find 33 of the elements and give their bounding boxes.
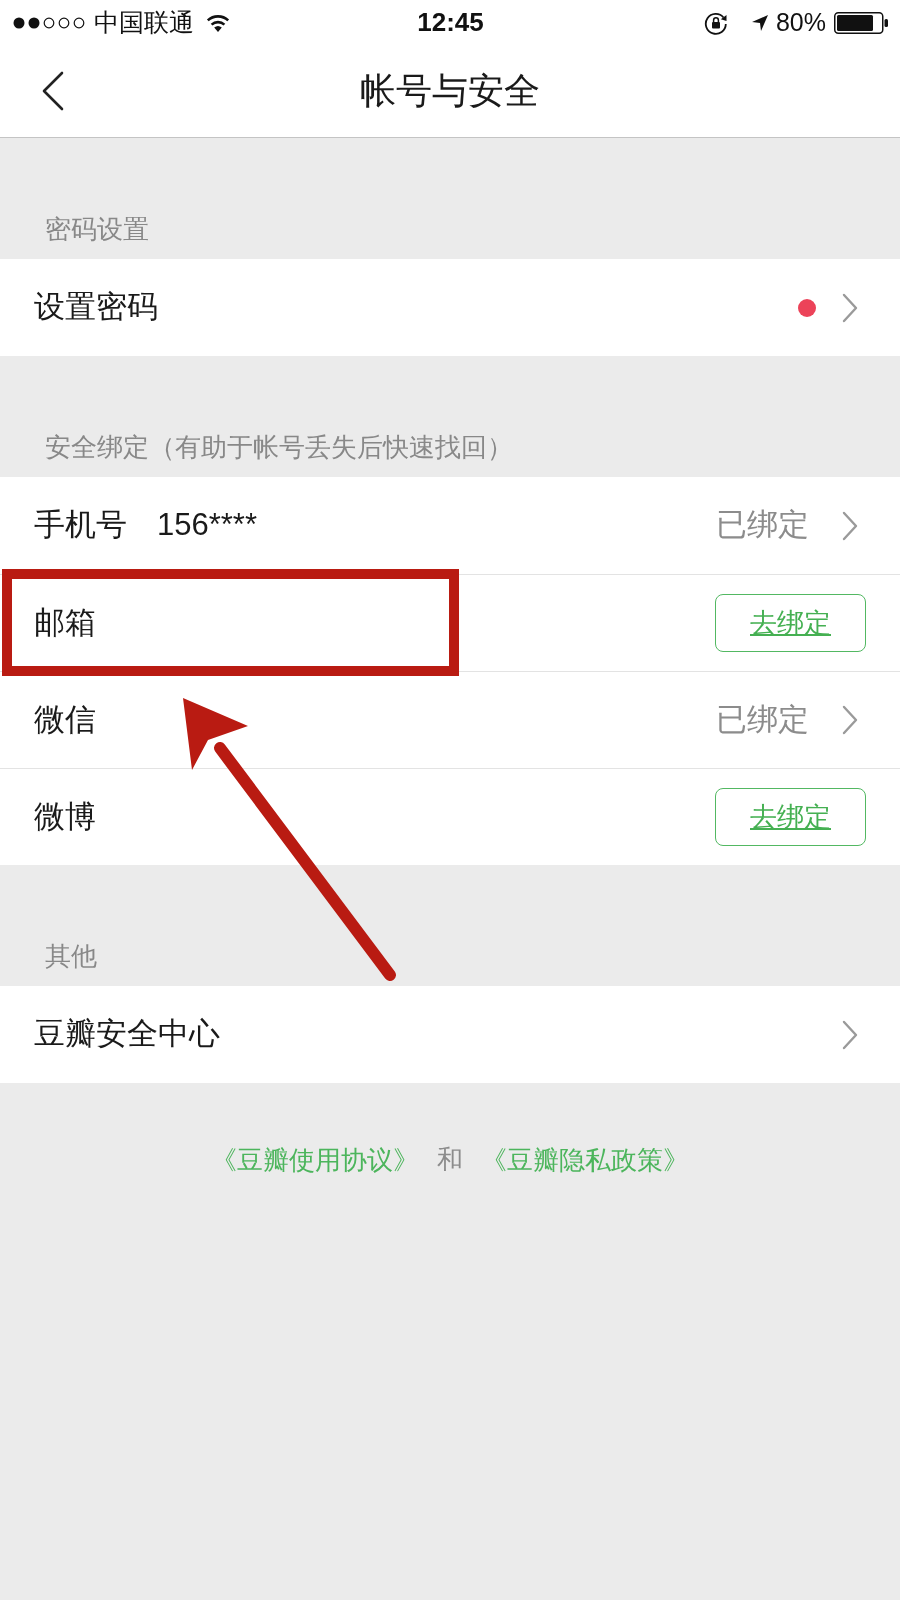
battery-percent: 80% — [775, 6, 826, 38]
row-label: 邮箱 — [34, 603, 96, 642]
list-row[interactable]: 微博 去绑定 — [0, 768, 900, 865]
chevron-right-icon — [842, 705, 858, 735]
signal-strength-icon — [13, 16, 86, 29]
conjunction-text: 和 — [437, 1143, 463, 1176]
section-header: 安全绑定（有助于帐号丢失后快速找回） — [45, 431, 513, 464]
bound-status: 已绑定 — [716, 700, 809, 739]
list-row[interactable]: 手机号 156**** 已绑定 — [0, 477, 900, 574]
wifi-icon — [206, 13, 230, 32]
list-row[interactable]: 微信 已绑定 — [0, 671, 900, 768]
list-row[interactable]: 豆瓣安全中心 — [0, 986, 900, 1083]
section-header: 密码设置 — [45, 213, 149, 246]
back-button[interactable] — [40, 70, 66, 112]
rotation-lock-icon — [703, 10, 728, 35]
back-chevron-icon — [41, 71, 65, 111]
list-row[interactable]: 设置密码 — [0, 259, 900, 356]
row-label: 设置密码 — [34, 288, 158, 327]
chevron-right-icon — [842, 1019, 858, 1050]
section-header: 其他 — [45, 940, 97, 973]
bound-status: 已绑定 — [716, 506, 809, 545]
row-label: 微信 — [34, 700, 96, 739]
chevron-right-icon — [842, 292, 858, 323]
chevron-right-icon — [842, 510, 858, 541]
row-label: 手机号 — [34, 506, 127, 545]
row-label: 豆瓣安全中心 — [34, 1015, 220, 1054]
phone-number: 156**** — [157, 506, 257, 545]
battery-icon — [834, 11, 888, 34]
row-label: 微博 — [34, 797, 96, 836]
location-arrow-icon — [751, 14, 768, 31]
status-time: 12:45 — [417, 6, 484, 39]
carrier-name: 中国联通 — [94, 6, 194, 38]
page-title: 帐号与安全 — [360, 69, 540, 113]
